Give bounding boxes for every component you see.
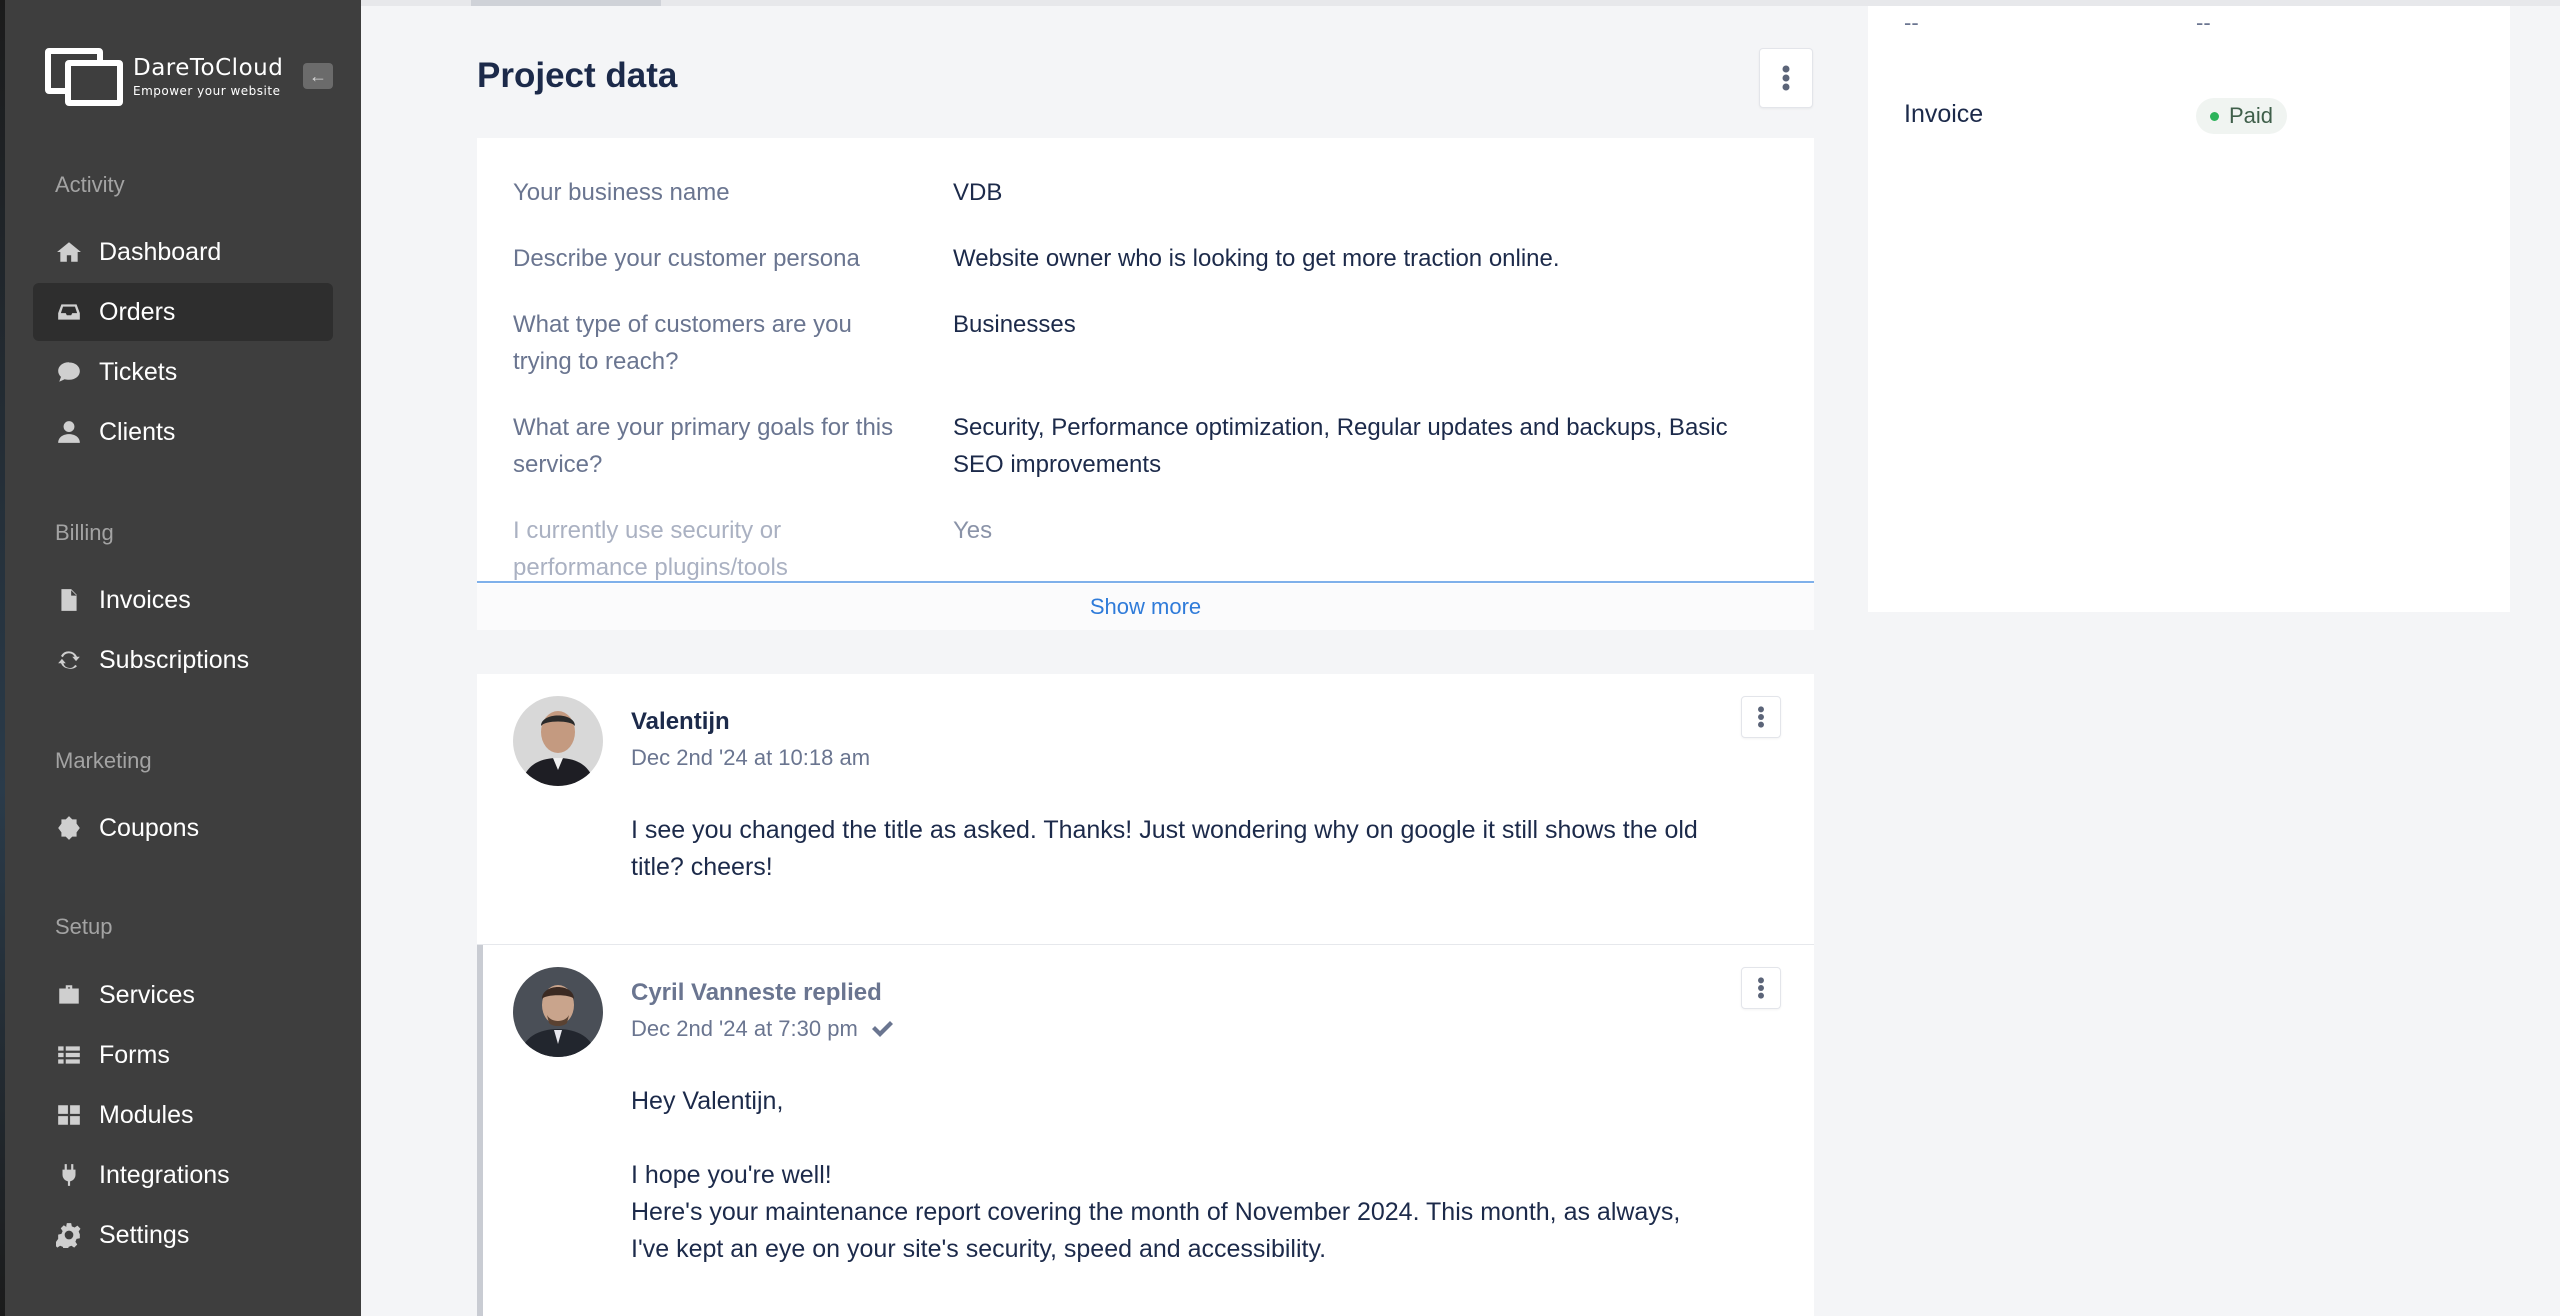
comment-timestamp: Dec 2nd '24 at 7:30 pm	[631, 1016, 894, 1042]
inbox-icon	[55, 298, 83, 326]
sidebar-item-subscriptions[interactable]: Subscriptions	[33, 631, 333, 689]
field-label: Describe your customer persona	[513, 245, 860, 272]
field-value: Yes	[953, 517, 993, 544]
empty-value: --	[1904, 10, 1919, 35]
brand-tagline: Empower your website	[133, 83, 281, 98]
user-icon	[55, 418, 83, 446]
comment-author: Valentijn	[631, 708, 730, 735]
field-label: What type of customers are you trying to…	[513, 311, 852, 375]
field-value: Website owner who is looking to get more…	[953, 245, 1560, 272]
field-label: Your business name	[513, 179, 730, 206]
sidebar-item-label: Coupons	[99, 813, 200, 842]
sidebar-item-label: Tickets	[99, 357, 178, 386]
divider	[477, 581, 1814, 583]
comment: Valentijn Dec 2nd '24 at 10:18 am I see …	[477, 674, 1814, 944]
nav-section-setup: Setup	[55, 914, 113, 939]
comment-line: I hope you're well!	[631, 1161, 832, 1189]
sidebar-item-settings[interactable]: Settings	[33, 1206, 333, 1264]
sidebar-item-label: Invoices	[99, 585, 191, 614]
timestamp-text: Dec 2nd '24 at 7:30 pm	[631, 1016, 858, 1041]
sidebar-item-label: Subscriptions	[99, 645, 250, 674]
coupon-badge-icon	[55, 814, 83, 842]
sidebar-item-label: Settings	[99, 1220, 190, 1249]
status-text: Paid	[2229, 103, 2274, 128]
sidebar-item-label: Modules	[99, 1100, 194, 1129]
comment-options-button[interactable]	[1741, 696, 1781, 738]
nav-section-billing: Billing	[55, 520, 114, 545]
comment-author: Cyril Vanneste replied	[631, 979, 882, 1006]
status-dot-icon	[2210, 111, 2219, 121]
empty-value: --	[2196, 10, 2211, 35]
checkmark-icon	[871, 1021, 893, 1037]
sidebar-item-coupons[interactable]: Coupons	[33, 799, 333, 857]
brand-name: DareToCloud	[133, 54, 284, 81]
field-value: Businesses	[953, 311, 1076, 338]
nav-section-marketing: Marketing	[55, 748, 152, 773]
comment-options-button[interactable]	[1741, 967, 1781, 1009]
brand-logo[interactable]: DareToCloud Empower your website	[41, 44, 283, 108]
invoice-status-badge[interactable]: Paid	[2196, 98, 2288, 134]
nav-section-activity: Activity	[55, 172, 125, 197]
sidebar-item-tickets[interactable]: Tickets	[33, 343, 333, 401]
plug-icon	[55, 1161, 83, 1189]
sidebar-item-label: Orders	[99, 297, 176, 326]
field-label: I currently use security or performance …	[513, 517, 788, 580]
timestamp-text: Dec 2nd '24 at 10:18 am	[631, 745, 871, 770]
sidebar-item-integrations[interactable]: Integrations	[33, 1146, 333, 1204]
avatar	[513, 696, 603, 786]
comment-timestamp: Dec 2nd '24 at 10:18 am	[631, 745, 870, 771]
comment-line: Here's your maintenance report covering …	[631, 1198, 1681, 1263]
sidebar-item-forms[interactable]: Forms	[33, 1026, 333, 1084]
comment-body: Hey Valentijn, I hope you're well! Here'…	[631, 1083, 1711, 1268]
sidebar-item-modules[interactable]: Modules	[33, 1086, 333, 1144]
sidebar-item-dashboard[interactable]: Dashboard	[33, 223, 333, 281]
comment-body: I see you changed the title as asked. Th…	[631, 816, 1698, 881]
comment-greeting: Hey Valentijn,	[631, 1087, 784, 1115]
show-more-link[interactable]: Show more	[477, 584, 1814, 630]
sidebar-item-label: Services	[99, 980, 195, 1009]
more-vertical-icon	[1758, 977, 1764, 999]
field-label: What are your primary goals for this ser…	[513, 414, 894, 478]
logo-icon	[41, 44, 127, 108]
chat-bubble-icon	[55, 358, 83, 386]
sidebar-item-label: Forms	[99, 1040, 170, 1069]
project-data-card: Your business name VDB Describe your cus…	[477, 138, 1814, 630]
invoice-label: Invoice	[1904, 100, 1984, 128]
list-icon	[55, 1041, 83, 1069]
sidebar-item-orders[interactable]: Orders	[33, 283, 333, 341]
sidebar-item-label: Dashboard	[99, 237, 222, 266]
field-value: Security, Performance optimization, Regu…	[953, 414, 1728, 478]
gear-icon	[55, 1221, 83, 1249]
home-icon	[55, 238, 83, 266]
sidebar-item-clients[interactable]: Clients	[33, 403, 333, 461]
arrow-left-icon: ←	[309, 65, 327, 86]
collapse-sidebar-button[interactable]: ←	[303, 63, 333, 89]
sidebar-item-invoices[interactable]: Invoices	[33, 571, 333, 629]
comment-reply: Cyril Vanneste replied Dec 2nd '24 at 7:…	[477, 945, 1814, 1316]
grid-icon	[55, 1101, 83, 1129]
field-row: I currently use security or performance …	[513, 512, 1793, 580]
sidebar-item-label: Integrations	[99, 1160, 230, 1189]
avatar	[513, 967, 603, 1057]
briefcase-icon	[55, 981, 83, 1009]
sidebar-item-label: Clients	[99, 417, 176, 446]
sidebar-item-services[interactable]: Services	[33, 966, 333, 1024]
file-icon	[55, 586, 83, 614]
more-vertical-icon	[1782, 65, 1790, 91]
sidebar: DareToCloud Empower your website ← Activ…	[5, 0, 361, 1316]
field-value: VDB	[953, 179, 1003, 206]
project-options-button[interactable]	[1759, 48, 1813, 108]
order-details-panel: -- -- Invoice Paid	[1868, 6, 2510, 612]
page-title: Project data	[477, 56, 678, 95]
refresh-icon	[55, 646, 83, 674]
more-vertical-icon	[1758, 706, 1764, 728]
